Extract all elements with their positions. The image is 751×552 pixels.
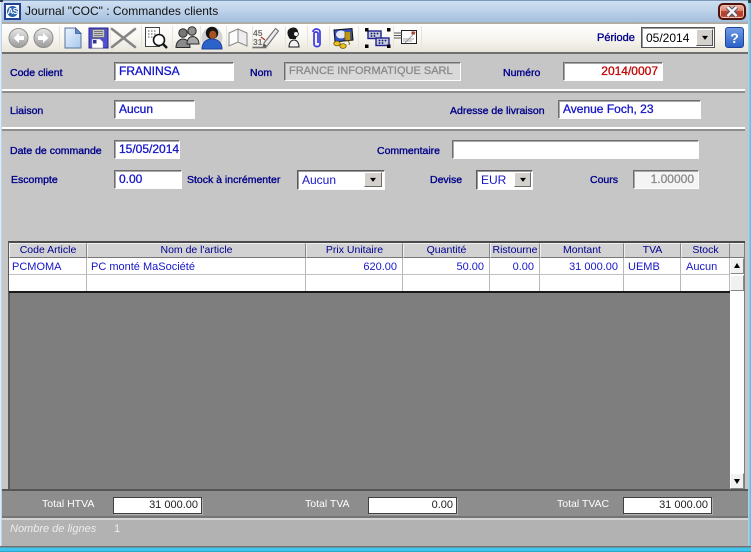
svg-text:31: 31: [253, 37, 263, 47]
